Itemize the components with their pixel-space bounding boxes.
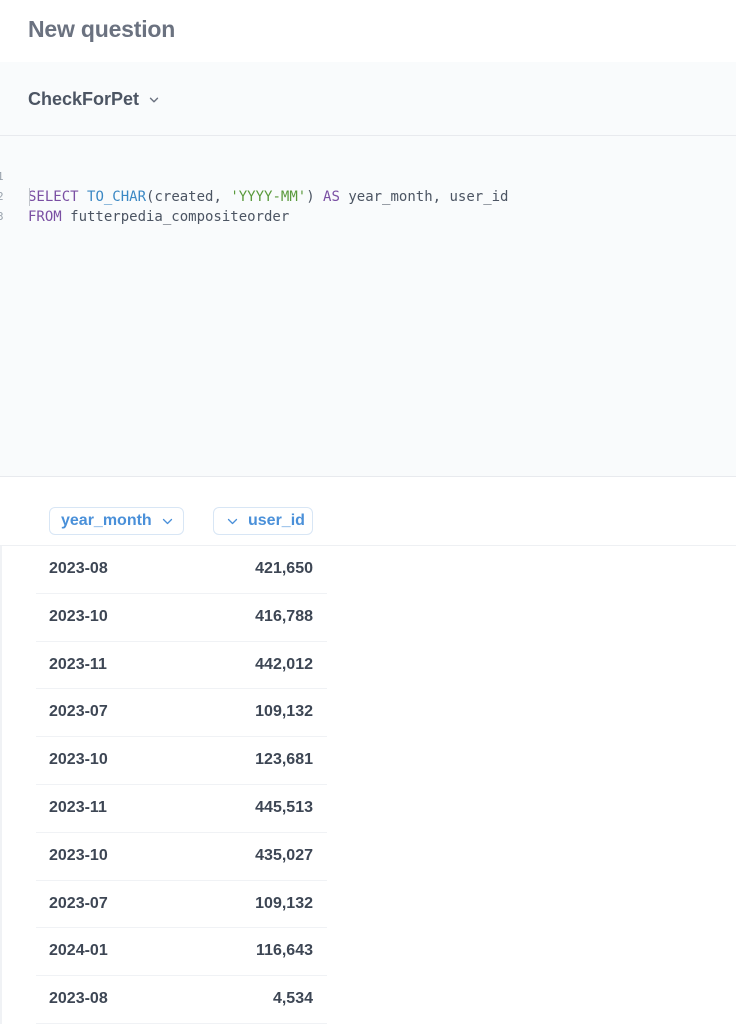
cell-user-id: 123,681: [255, 751, 313, 769]
chevron-down-icon: [227, 516, 238, 527]
row-edge: [0, 880, 2, 929]
table-body: 2023-08 421,650 2023-10 416,788 2023-11 442…: [0, 546, 736, 1024]
line-number: 3: [0, 210, 4, 223]
cell-user-id: 4,534: [272, 990, 313, 1008]
results-table: year_month user_id 2023-08 421,650 2023-1…: [0, 477, 736, 1024]
header: New question: [0, 0, 736, 63]
cell-year-month: 2023-10: [49, 751, 108, 769]
row-edge: [0, 689, 2, 738]
cell-user-id: 421,650: [255, 560, 313, 577]
table-row: 2024-01 116,643: [0, 928, 736, 977]
table-header: year_month user_id: [0, 477, 736, 546]
database-name: CheckForPet: [28, 89, 140, 109]
sql-text: ): [306, 189, 324, 205]
row-edge: [0, 641, 2, 690]
cell-year-month: 2023-07: [49, 703, 108, 721]
chevron-down-icon: [162, 516, 173, 527]
column-label: user_id: [248, 512, 305, 529]
column-header-user-id[interactable]: user_id: [213, 507, 313, 535]
table-row: 2023-07 109,132: [0, 689, 736, 738]
cell-year-month: 2023-08: [49, 560, 108, 577]
cell-user-id: 416,788: [255, 607, 313, 625]
cell-year-month: 2023-10: [49, 846, 108, 864]
code-line: 3: [0, 187, 34, 223]
table-row: 2023-10 435,027: [0, 832, 736, 881]
sql-text: (created,: [146, 189, 231, 205]
sql-editor[interactable]: 1 SELECT TO_CHAR(created, 'YYYY-MM') AS …: [0, 136, 736, 477]
row-edge: [0, 832, 2, 881]
row-edge: [0, 784, 2, 833]
table-row: 2023-07 109,132: [0, 880, 736, 929]
chevron-down-icon: [149, 95, 159, 105]
table-row: 2023-08 421,650: [0, 546, 736, 594]
row-edge: [0, 546, 2, 594]
cell-year-month: 2023-07: [49, 894, 108, 912]
row-edge: [0, 593, 2, 642]
code-line: 2 FROM futterpedia_compositeorder: [0, 167, 289, 225]
column-header-year-month[interactable]: year_month: [49, 507, 184, 535]
code-line: 1 SELECT TO_CHAR(created, 'YYYY-MM') AS …: [0, 147, 508, 205]
page-title: New question: [28, 16, 176, 42]
cell-year-month: 2024-01: [49, 942, 108, 960]
column-label: year_month: [61, 512, 152, 529]
row-edge: [0, 737, 2, 785]
text-cursor: [29, 188, 30, 206]
database-picker[interactable]: CheckForPet: [28, 89, 159, 110]
table-row: 2023-11 445,513: [0, 784, 736, 833]
sql-function: TO_CHAR: [87, 189, 147, 205]
table-row: 2023-11 442,012: [0, 641, 736, 690]
sql-text: futterpedia_compositeorder: [61, 209, 290, 225]
sql-keyword: AS: [323, 189, 340, 205]
sql-text: year_month, user_id: [339, 189, 509, 205]
table-row: 2023-10 123,681: [0, 737, 736, 785]
sql-keyword: SELECT: [28, 189, 79, 205]
table-row: 2023-10 416,788: [0, 593, 736, 642]
cell-year-month: 2023-11: [49, 655, 107, 673]
cell-user-id: 109,132: [255, 894, 313, 912]
cell-year-month: 2023-08: [49, 990, 108, 1008]
row-edge: [0, 928, 2, 977]
cell-year-month: 2023-11: [49, 798, 107, 816]
table-row: 2023-08 4,534: [0, 976, 736, 1024]
code-text: SELECT TO_CHAR(created, 'YYYY-MM') AS ye…: [28, 187, 508, 207]
cell-user-id: 109,132: [255, 703, 313, 721]
cell-user-id: 435,027: [255, 846, 313, 864]
cell-user-id: 442,012: [255, 655, 313, 673]
cell-year-month: 2023-10: [49, 607, 108, 625]
code-text: FROM futterpedia_compositeorder: [28, 207, 289, 227]
database-bar: CheckForPet: [0, 62, 736, 136]
cell-user-id: 116,643: [256, 942, 313, 960]
cell-user-id: 445,513: [255, 798, 313, 816]
sql-string: 'YYYY-MM': [230, 189, 307, 205]
row-edge: [0, 976, 2, 1024]
